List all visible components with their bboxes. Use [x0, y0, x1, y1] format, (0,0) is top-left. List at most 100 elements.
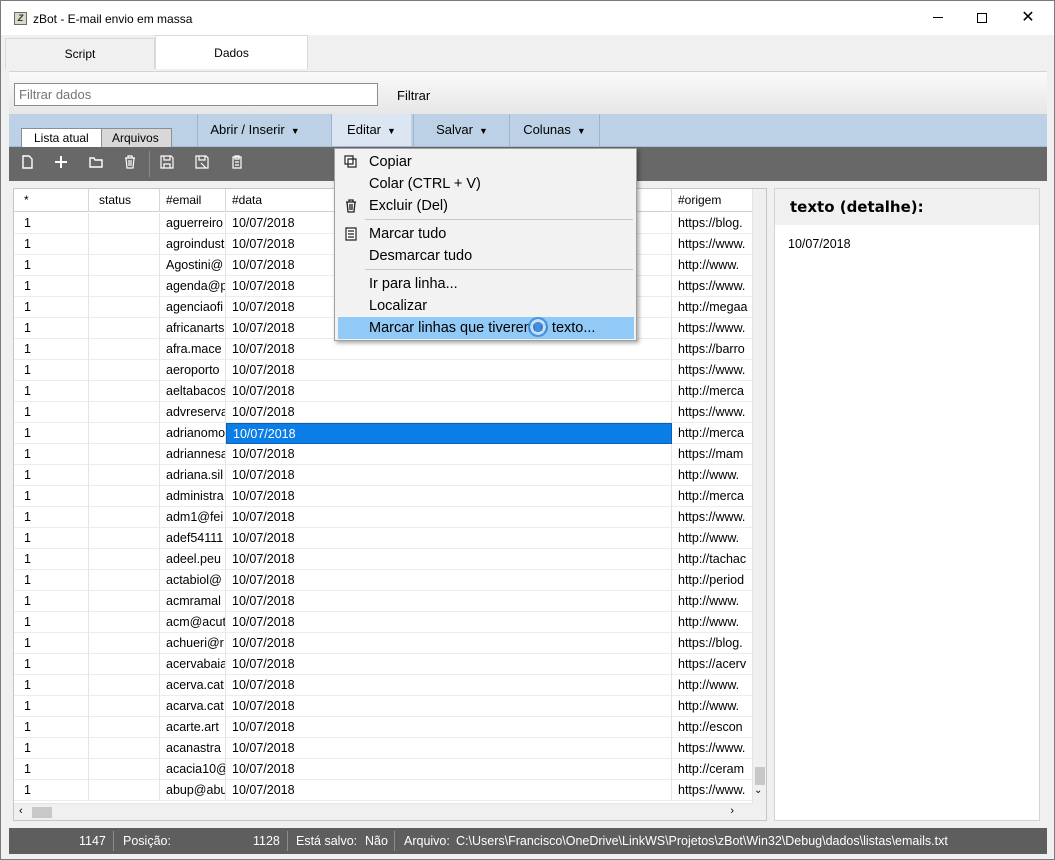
cell-origem[interactable]: https://acerv	[672, 654, 754, 675]
open-folder-button[interactable]	[86, 154, 106, 174]
cell-status[interactable]	[89, 570, 160, 591]
table-row[interactable]: 1 administra 10/07/2018 http://merca	[14, 486, 754, 507]
menu-item-marcar-tudo[interactable]: Marcar tudo	[338, 223, 634, 245]
cell-origem[interactable]: https://www.	[672, 402, 754, 423]
cell-status[interactable]	[89, 612, 160, 633]
cell-origem[interactable]: http://www.	[672, 591, 754, 612]
cell-email[interactable]: Agostini@	[160, 255, 226, 276]
cell-origem[interactable]: https://blog.	[672, 633, 754, 654]
cell-status[interactable]	[89, 486, 160, 507]
table-row[interactable]: 1 advreserva 10/07/2018 https://www.	[14, 402, 754, 423]
cell-data[interactable]: 10/07/2018	[226, 444, 672, 465]
cell-status[interactable]	[89, 234, 160, 255]
cell-origem[interactable]: http://megaa	[672, 297, 754, 318]
cell-data[interactable]: 10/07/2018	[226, 423, 672, 444]
menu-item-copiar[interactable]: Copiar	[338, 151, 634, 173]
paste-button[interactable]	[227, 154, 247, 174]
cell-data[interactable]: 10/07/2018	[226, 654, 672, 675]
cell-status[interactable]	[89, 759, 160, 780]
cell-data[interactable]: 10/07/2018	[226, 675, 672, 696]
table-row[interactable]: 1 abup@abu 10/07/2018 https://www.	[14, 780, 754, 801]
cell-email[interactable]: aguerreiro	[160, 213, 226, 234]
cell-star[interactable]: 1	[14, 297, 89, 318]
cell-star[interactable]: 1	[14, 507, 89, 528]
column-header-email[interactable]: #email	[160, 189, 226, 212]
cell-origem[interactable]: http://www.	[672, 675, 754, 696]
cell-star[interactable]: 1	[14, 339, 89, 360]
detail-value[interactable]: 10/07/2018	[788, 237, 851, 251]
cell-star[interactable]: 1	[14, 444, 89, 465]
delete-button[interactable]	[120, 154, 140, 174]
cell-status[interactable]	[89, 591, 160, 612]
cell-email[interactable]: abup@abu	[160, 780, 226, 801]
cell-data[interactable]: 10/07/2018	[226, 507, 672, 528]
cell-origem[interactable]: http://merca	[672, 381, 754, 402]
table-row[interactable]: 1 achueri@r 10/07/2018 https://blog.	[14, 633, 754, 654]
cell-origem[interactable]: http://period	[672, 570, 754, 591]
table-row[interactable]: 1 acmramal 10/07/2018 http://www.	[14, 591, 754, 612]
cell-data[interactable]: 10/07/2018	[226, 591, 672, 612]
menu-item-excluir[interactable]: Excluir (Del)	[338, 195, 634, 217]
cell-email[interactable]: actabiol@	[160, 570, 226, 591]
table-row[interactable]: 1 adriana.sil 10/07/2018 http://www.	[14, 465, 754, 486]
vertical-scroll-thumb[interactable]	[755, 767, 765, 785]
cell-email[interactable]: acerva.cat	[160, 675, 226, 696]
table-row[interactable]: 1 acacia10@ 10/07/2018 http://ceram	[14, 759, 754, 780]
cell-star[interactable]: 1	[14, 570, 89, 591]
cell-origem[interactable]: http://www.	[672, 612, 754, 633]
vertical-scrollbar[interactable]: ⌄	[752, 189, 766, 820]
cell-origem[interactable]: https://www.	[672, 234, 754, 255]
cell-star[interactable]: 1	[14, 759, 89, 780]
cell-data[interactable]: 10/07/2018	[226, 528, 672, 549]
add-button[interactable]	[51, 154, 71, 174]
cell-status[interactable]	[89, 339, 160, 360]
cell-email[interactable]: achueri@r	[160, 633, 226, 654]
cell-star[interactable]: 1	[14, 654, 89, 675]
cell-origem[interactable]: http://escon	[672, 717, 754, 738]
cell-data[interactable]: 10/07/2018	[226, 759, 672, 780]
menu-colunas[interactable]: Colunas ▼	[509, 114, 600, 146]
cell-email[interactable]: adef54111	[160, 528, 226, 549]
cell-status[interactable]	[89, 360, 160, 381]
cell-email[interactable]: agroindust	[160, 234, 226, 255]
minimize-button[interactable]	[915, 1, 961, 35]
cell-status[interactable]	[89, 675, 160, 696]
menu-salvar[interactable]: Salvar ▼	[413, 114, 510, 146]
cell-data[interactable]: 10/07/2018	[226, 696, 672, 717]
cell-star[interactable]: 1	[14, 381, 89, 402]
cell-email[interactable]: acarva.cat	[160, 696, 226, 717]
cell-email[interactable]: acacia10@	[160, 759, 226, 780]
cell-data[interactable]: 10/07/2018	[226, 486, 672, 507]
scroll-right-icon[interactable]: ›	[730, 805, 734, 817]
cell-status[interactable]	[89, 654, 160, 675]
cell-origem[interactable]: https://mam	[672, 444, 754, 465]
cell-data[interactable]: 10/07/2018	[226, 570, 672, 591]
cell-star[interactable]: 1	[14, 738, 89, 759]
cell-star[interactable]: 1	[14, 276, 89, 297]
filter-input[interactable]	[14, 83, 378, 106]
table-row[interactable]: 1 acarva.cat 10/07/2018 http://www.	[14, 696, 754, 717]
table-row[interactable]: 1 acerva.cat 10/07/2018 http://www.	[14, 675, 754, 696]
cell-status[interactable]	[89, 696, 160, 717]
cell-star[interactable]: 1	[14, 465, 89, 486]
cell-star[interactable]: 1	[14, 402, 89, 423]
cell-data[interactable]: 10/07/2018	[226, 612, 672, 633]
cell-star[interactable]: 1	[14, 234, 89, 255]
cell-data[interactable]: 10/07/2018	[226, 339, 672, 360]
menu-editar[interactable]: Editar ▼	[331, 114, 411, 146]
menu-item-ir-para-linha[interactable]: Ir para linha...	[338, 273, 634, 295]
table-row[interactable]: 1 acarte.art 10/07/2018 http://escon	[14, 717, 754, 738]
cell-email[interactable]: africanarts	[160, 318, 226, 339]
cell-email[interactable]: adriana.sil	[160, 465, 226, 486]
cell-email[interactable]: adeel.peu	[160, 549, 226, 570]
cell-email[interactable]: adrianomo	[160, 423, 226, 444]
cell-email[interactable]: afra.mace	[160, 339, 226, 360]
table-row[interactable]: 1 adm1@fei 10/07/2018 https://www.	[14, 507, 754, 528]
cell-star[interactable]: 1	[14, 696, 89, 717]
menu-item-marcar-linhas-texto[interactable]: Marcar linhas que tiverem o texto...	[338, 317, 634, 339]
cell-origem[interactable]: https://www.	[672, 276, 754, 297]
cell-status[interactable]	[89, 381, 160, 402]
cell-data[interactable]: 10/07/2018	[226, 738, 672, 759]
cell-data[interactable]: 10/07/2018	[226, 633, 672, 654]
tab-dados[interactable]: Dados	[155, 35, 308, 69]
